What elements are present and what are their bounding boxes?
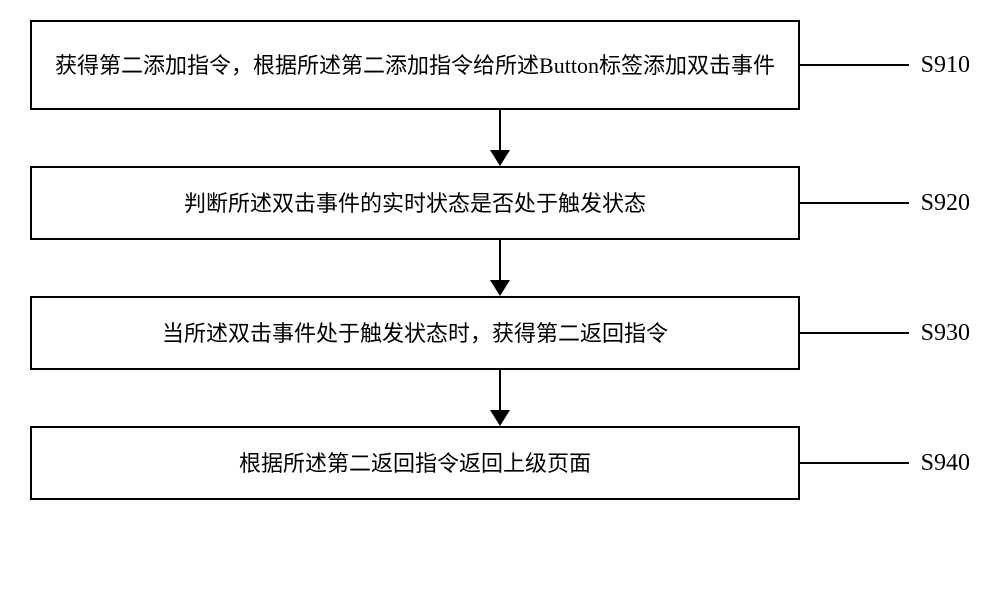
step-label-3: S930 xyxy=(921,320,970,347)
connector-line xyxy=(800,64,909,66)
step-row-1: 获得第二添加指令，根据所述第二添加指令给所述Button标签添加双击事件 S91… xyxy=(30,20,970,110)
step-box-1: 获得第二添加指令，根据所述第二添加指令给所述Button标签添加双击事件 xyxy=(30,20,800,110)
step-box-4: 根据所述第二返回指令返回上级页面 xyxy=(30,426,800,500)
step-row-4: 根据所述第二返回指令返回上级页面 S940 xyxy=(30,426,970,500)
step-label-4: S940 xyxy=(921,450,970,477)
connector-line xyxy=(800,202,909,204)
step-text: 获得第二添加指令，根据所述第二添加指令给所述Button标签添加双击事件 xyxy=(55,49,775,82)
connector-line xyxy=(800,332,909,334)
step-label-1: S910 xyxy=(921,52,970,79)
arrow-2 xyxy=(115,240,885,296)
step-text: 判断所述双击事件的实时状态是否处于触发状态 xyxy=(184,187,646,220)
arrow-down-icon xyxy=(490,150,510,166)
arrow-1 xyxy=(115,110,885,166)
step-text: 当所述双击事件处于触发状态时，获得第二返回指令 xyxy=(162,317,668,350)
arrow-down-icon xyxy=(490,280,510,296)
arrow-down-icon xyxy=(490,410,510,426)
arrow-line-icon xyxy=(499,110,501,152)
step-row-3: 当所述双击事件处于触发状态时，获得第二返回指令 S930 xyxy=(30,296,970,370)
connector-line xyxy=(800,462,909,464)
arrow-line-icon xyxy=(499,240,501,282)
step-box-3: 当所述双击事件处于触发状态时，获得第二返回指令 xyxy=(30,296,800,370)
flowchart: 获得第二添加指令，根据所述第二添加指令给所述Button标签添加双击事件 S91… xyxy=(30,20,970,500)
arrow-3 xyxy=(115,370,885,426)
step-box-2: 判断所述双击事件的实时状态是否处于触发状态 xyxy=(30,166,800,240)
step-row-2: 判断所述双击事件的实时状态是否处于触发状态 S920 xyxy=(30,166,970,240)
step-label-2: S920 xyxy=(921,190,970,217)
step-text: 根据所述第二返回指令返回上级页面 xyxy=(239,447,591,480)
arrow-line-icon xyxy=(499,370,501,412)
